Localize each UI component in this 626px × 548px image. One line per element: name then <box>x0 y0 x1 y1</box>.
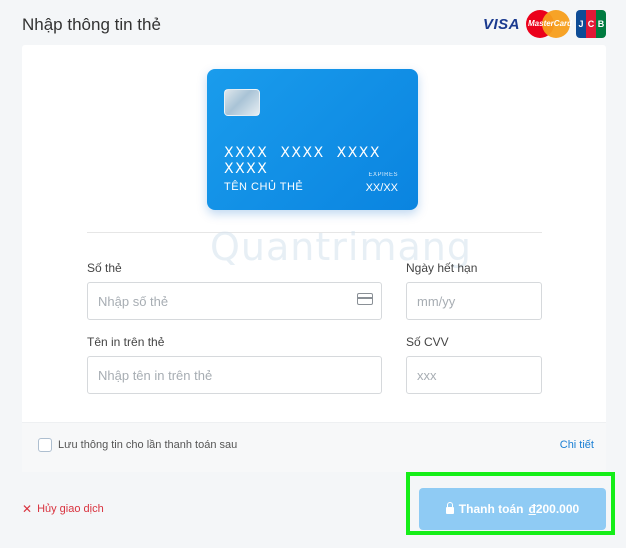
pay-amount: đ200.000 <box>528 502 579 516</box>
card-form-panel: XXXX XXXX XXXX XXXX TÊN CHỦ THẺ EXPIRES … <box>22 45 606 472</box>
card-preview-holder: TÊN CHỦ THẺ <box>224 181 304 193</box>
card-brand-logos: VISA MasterCard J C B <box>483 10 606 38</box>
card-number-input[interactable] <box>87 282 382 320</box>
cancel-transaction-label: Hủy giao dịch <box>37 503 104 515</box>
mastercard-logo: MasterCard <box>526 10 572 38</box>
close-icon: ✕ <box>22 502 33 516</box>
pay-button[interactable]: Thanh toán đ200.000 <box>419 488 606 530</box>
chip-icon <box>224 89 260 116</box>
card-number-label: Số thẻ <box>87 261 122 275</box>
details-link[interactable]: Chi tiết <box>560 439 594 451</box>
save-info-label[interactable]: Lưu thông tin cho lần thanh toán sau <box>58 439 237 451</box>
card-preview-expires-label: EXPIRES <box>368 172 398 178</box>
name-on-card-input[interactable] <box>87 356 382 394</box>
currency-symbol: đ <box>528 502 536 516</box>
cancel-transaction-link[interactable]: ✕ Hủy giao dịch <box>22 502 104 516</box>
card-preview: XXXX XXXX XXXX XXXX TÊN CHỦ THẺ EXPIRES … <box>207 69 418 210</box>
divider <box>87 232 542 233</box>
cvv-label: Số CVV <box>406 335 449 349</box>
lock-icon <box>445 501 454 514</box>
pay-button-label: Thanh toán <box>458 502 524 516</box>
expiry-input[interactable] <box>406 282 542 320</box>
cvv-input[interactable] <box>406 356 542 394</box>
save-info-checkbox[interactable] <box>38 438 52 452</box>
card-preview-expires-value: XX/XX <box>365 182 398 194</box>
pay-amount-value: 200.000 <box>535 502 580 516</box>
page-title: Nhập thông tin thẻ <box>22 15 161 34</box>
expiry-label: Ngày hết hạn <box>406 261 478 275</box>
jcb-logo: J C B <box>576 10 606 38</box>
credit-card-icon <box>357 293 373 305</box>
name-on-card-label: Tên in trên thẻ <box>87 335 165 349</box>
visa-logo: VISA <box>482 15 520 33</box>
